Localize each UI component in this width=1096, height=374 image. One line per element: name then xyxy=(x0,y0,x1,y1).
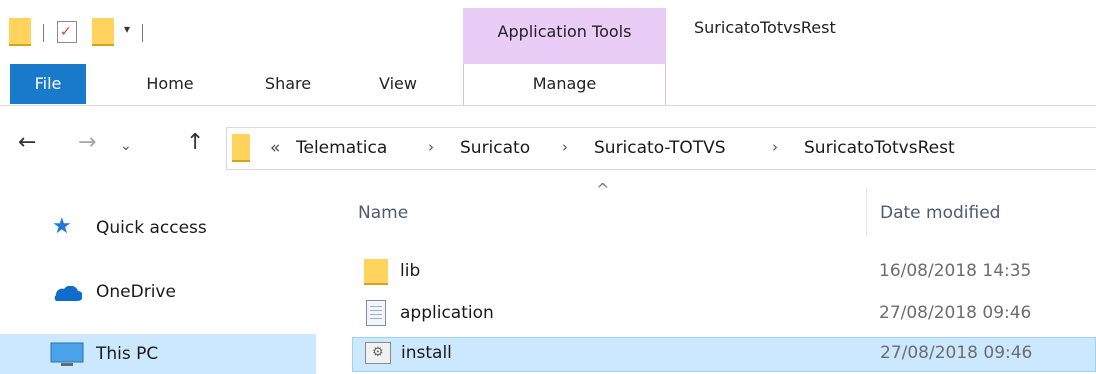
tab-file[interactable]: File xyxy=(10,64,86,104)
tab-share[interactable]: Share xyxy=(248,64,328,104)
batch-file-icon: ⚙ xyxy=(365,342,391,364)
file-name: lib xyxy=(400,261,421,281)
forward-arrow-icon[interactable]: → xyxy=(78,130,96,155)
nav-item-label: Quick access xyxy=(96,218,207,238)
recent-locations-icon[interactable]: ⌄ xyxy=(120,138,132,154)
breadcrumb-telematica[interactable]: Telematica xyxy=(296,138,387,158)
folder-icon xyxy=(232,134,250,162)
breadcrumb-separator[interactable]: › xyxy=(562,138,568,156)
tab-manage[interactable]: Manage xyxy=(463,64,666,104)
monitor-icon xyxy=(50,342,84,368)
nav-item-label: This PC xyxy=(96,344,159,364)
context-tab-title: Application Tools xyxy=(497,22,632,41)
toolbar-separator xyxy=(43,24,44,42)
file-row-application[interactable]: application 27/08/2018 09:46 xyxy=(352,298,1096,330)
toolbar-separator xyxy=(142,24,143,42)
file-date: 16/08/2018 14:35 xyxy=(879,261,1032,281)
folder-icon xyxy=(9,18,31,46)
breadcrumb-suricatototvsrest[interactable]: SuricatoTotvsRest xyxy=(804,138,955,158)
up-arrow-icon[interactable]: ↑ xyxy=(186,130,204,155)
column-divider[interactable] xyxy=(866,188,867,236)
cloud-icon xyxy=(50,285,83,301)
properties-icon[interactable]: ✓ xyxy=(57,21,77,43)
window-title: SuricatoTotvsRest xyxy=(694,18,836,37)
nav-item-onedrive[interactable]: OneDrive xyxy=(0,272,316,312)
tab-view[interactable]: View xyxy=(358,64,438,104)
file-date: 27/08/2018 09:46 xyxy=(879,303,1032,323)
tab-home[interactable]: Home xyxy=(130,64,210,104)
column-header-date-modified[interactable]: Date modified xyxy=(880,203,1000,223)
breadcrumb-suricato[interactable]: Suricato xyxy=(460,138,530,158)
sort-ascending-icon: ^ xyxy=(596,180,610,199)
column-header-name[interactable]: Name xyxy=(358,203,408,223)
folder-icon xyxy=(364,259,388,285)
file-name: application xyxy=(400,303,494,323)
nav-item-label: OneDrive xyxy=(96,282,176,302)
breadcrumb-overflow[interactable]: « xyxy=(270,138,280,158)
breadcrumb-separator[interactable]: › xyxy=(772,138,778,156)
nav-item-quick-access[interactable]: ★ Quick access xyxy=(0,208,316,248)
nav-item-this-pc[interactable]: This PC xyxy=(0,334,316,374)
breadcrumb-separator[interactable]: › xyxy=(428,138,434,156)
back-arrow-icon[interactable]: ← xyxy=(18,130,36,155)
star-icon: ★ xyxy=(52,214,72,239)
file-row-lib[interactable]: lib 16/08/2018 14:35 xyxy=(352,256,1096,288)
document-icon xyxy=(366,300,386,326)
file-name: install xyxy=(401,343,452,363)
file-row-install[interactable]: ⚙ install 27/08/2018 09:46 xyxy=(352,337,1096,372)
breadcrumb-suricato-totvs[interactable]: Suricato-TOTVS xyxy=(594,138,726,158)
customize-toolbar-icon[interactable]: ▾ xyxy=(124,22,130,36)
file-date: 27/08/2018 09:46 xyxy=(880,343,1033,363)
new-folder-icon[interactable] xyxy=(92,18,114,46)
